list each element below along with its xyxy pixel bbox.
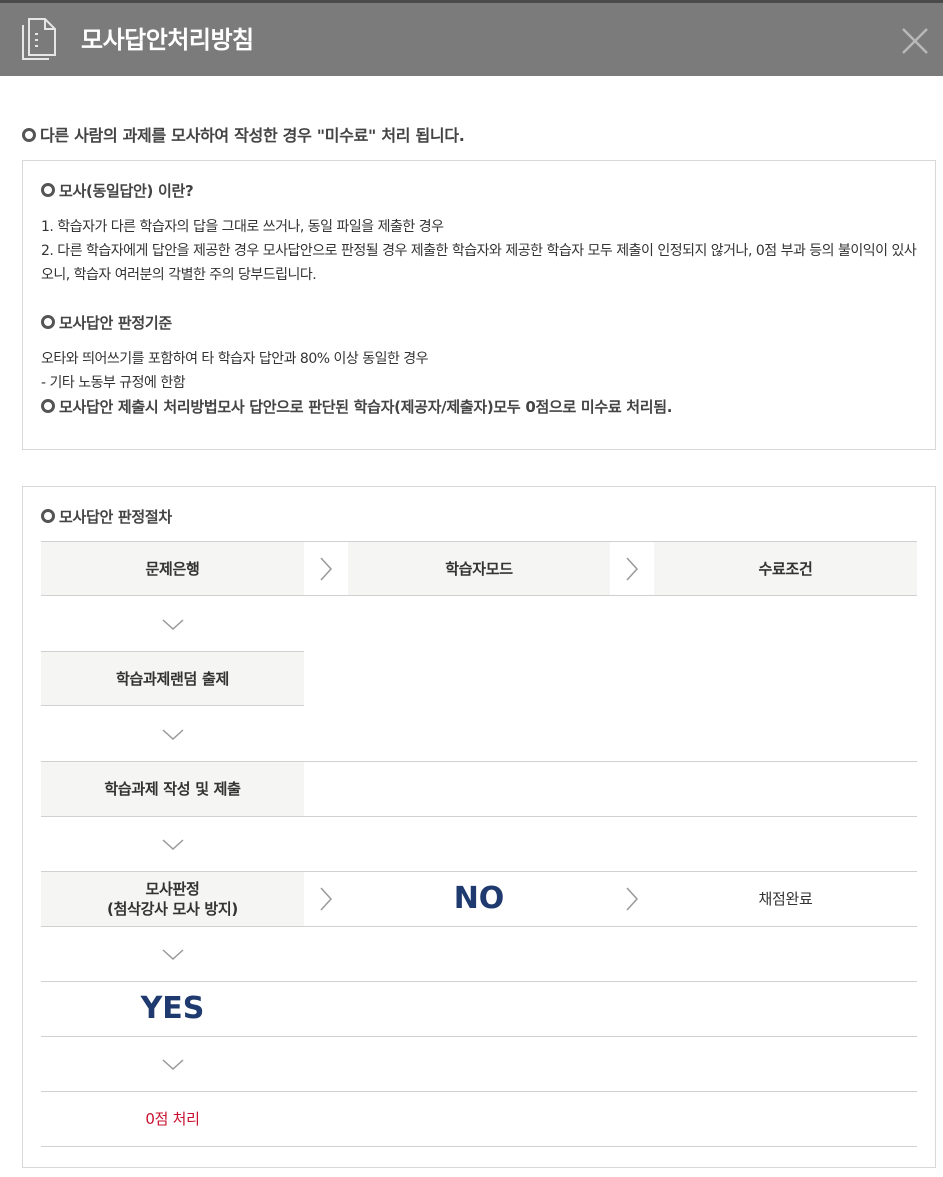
chevron-down-icon	[41, 927, 304, 981]
flow-row: 문제은행 학습자모드 수료조건	[41, 541, 917, 596]
chevron-down-icon	[41, 707, 304, 761]
chevron-right-icon	[304, 872, 348, 926]
zero-score-label: 0점 처리	[145, 1110, 200, 1128]
flow-row: 학습과제 작성 및 제출	[41, 762, 917, 817]
step-random-assignment: 학습과제랜덤 출제	[41, 651, 304, 705]
modal-header: 모사답안처리방침	[0, 3, 943, 76]
chevron-right-icon	[304, 542, 348, 595]
bullet-icon	[41, 398, 55, 413]
criteria-title: 모사답안 판정기준	[41, 312, 172, 334]
chevron-right-icon	[610, 872, 654, 926]
flow-row: 학습과제랜덤 출제	[41, 651, 304, 706]
flow-row	[41, 707, 917, 762]
flow-row	[41, 927, 917, 982]
step-learner-mode: 학습자모드	[348, 542, 610, 595]
step-completion-condition: 수료조건	[654, 542, 917, 595]
document-icon	[22, 18, 56, 60]
bullet-icon	[41, 508, 55, 523]
close-icon[interactable]	[900, 26, 930, 56]
flow-row	[41, 1037, 917, 1092]
procedure-box: 모사답안 판정절차 문제은행 학습자모드 수료조건 학습과제랜덤 출제 학습과제…	[22, 486, 936, 1168]
definition-line-2: 2. 다른 학습자에게 답안을 제공한 경우 모사답안으로 판정될 경우 제출한…	[41, 243, 917, 283]
grading-done: 채점완료	[758, 890, 813, 908]
handling-line: 모사답안 제출시 처리방법모사 답안으로 판단된 학습자(제공자/제출자)모두 …	[41, 396, 673, 418]
step-copy-judgement: 모사판정 (첨삭강사 모사 방지)	[41, 872, 304, 926]
chevron-down-icon	[41, 596, 304, 651]
flow-row: YES	[41, 982, 917, 1037]
chevron-down-icon	[41, 817, 304, 871]
bullet-icon	[41, 314, 55, 329]
chevron-down-icon	[41, 1037, 304, 1091]
flow-row	[41, 817, 917, 872]
flow-row	[41, 596, 917, 651]
procedure-title: 모사답안 판정절차	[41, 506, 172, 528]
modal-title: 모사답안처리방침	[81, 26, 254, 54]
criteria-line-1: 오타와 띄어쓰기를 포함하여 타 학습자 답안과 80% 이상 동일한 경우	[41, 351, 429, 367]
criteria-line-2: - 기타 노동부 규정에 한함	[41, 375, 186, 391]
notice-line: 다른 사람의 과제를 모사하여 작성한 경우 "미수료" 처리 됩니다.	[22, 124, 465, 148]
policy-box: 모사(동일답안) 이란? 1. 학습자가 다른 학습자의 답을 그대로 쓰거나,…	[22, 160, 936, 450]
step-write-submit: 학습과제 작성 및 제출	[41, 762, 304, 816]
flow-row: 모사판정 (첨삭강사 모사 방지) NO 채점완료	[41, 872, 917, 927]
bullet-icon	[22, 127, 36, 142]
definition-line-1: 1. 학습자가 다른 학습자의 답을 그대로 쓰거나, 동일 파일을 제출한 경…	[41, 219, 444, 235]
yes-label: YES	[140, 991, 205, 1026]
definition-title: 모사(동일답안) 이란?	[41, 180, 194, 202]
bullet-icon	[41, 182, 55, 197]
notice-text: 다른 사람의 과제를 모사하여 작성한 경우 "미수료" 처리 됩니다.	[40, 126, 465, 145]
chevron-right-icon	[610, 542, 654, 595]
step-question-bank: 문제은행	[41, 542, 304, 595]
flow-row: 0점 처리	[41, 1092, 917, 1147]
no-label: NO	[453, 881, 505, 916]
